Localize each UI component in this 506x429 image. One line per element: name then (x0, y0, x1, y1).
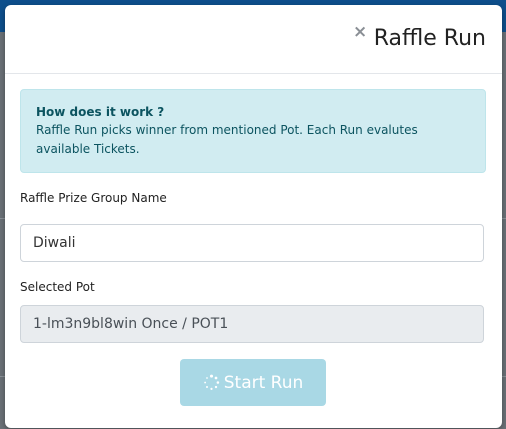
modal-title: Raffle Run (373, 26, 486, 51)
modal-header: × Raffle Run (5, 5, 502, 74)
close-icon[interactable]: × (353, 24, 367, 41)
prize-group-label: Raffle Prize Group Name (20, 191, 167, 205)
spinner-icon (203, 374, 219, 390)
start-run-label: Start Run (223, 372, 304, 393)
prize-group-input[interactable] (20, 224, 484, 262)
info-alert: How does it work ? Raffle Run picks winn… (20, 89, 486, 173)
selected-pot-field[interactable] (20, 305, 484, 343)
info-heading: How does it work ? (36, 105, 165, 119)
info-body: Raffle Run picks winner from mentioned P… (36, 123, 418, 156)
start-run-button[interactable]: Start Run (180, 359, 326, 406)
raffle-run-modal: × Raffle Run How does it work ? Raffle R… (5, 5, 502, 428)
selected-pot-label: Selected Pot (20, 280, 95, 294)
